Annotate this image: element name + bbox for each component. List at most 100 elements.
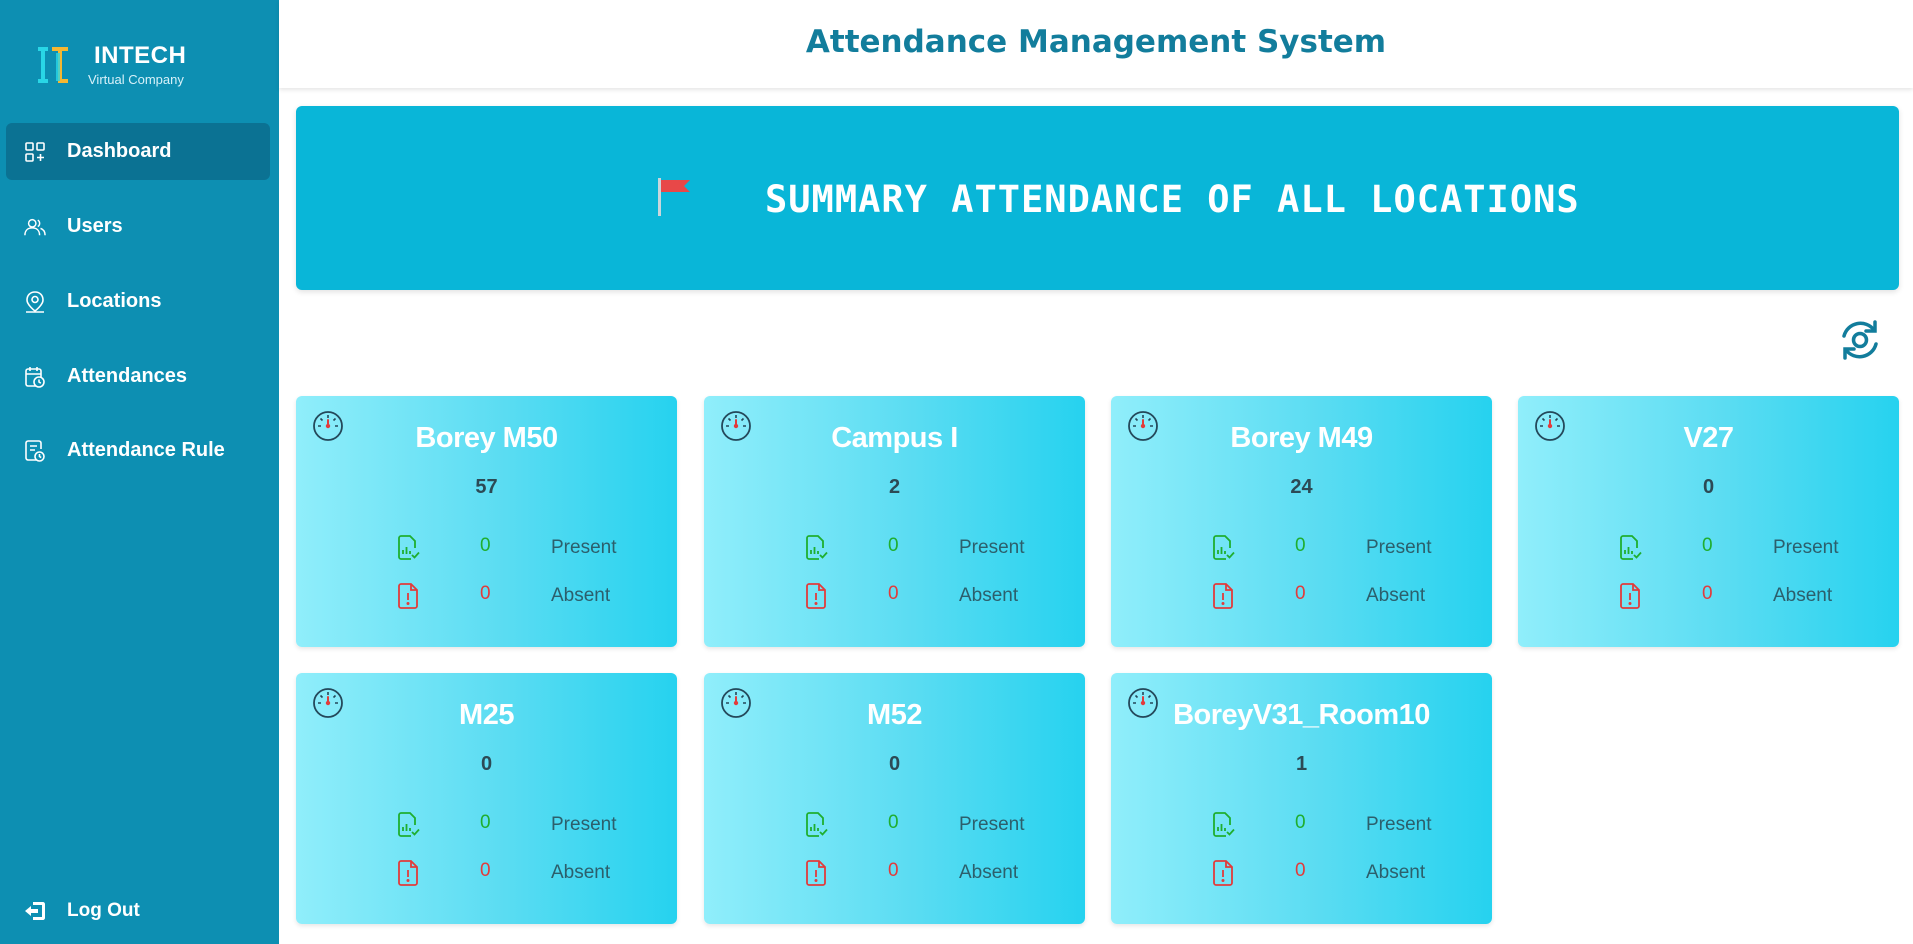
absent-label: Absent bbox=[1366, 585, 1426, 606]
location-card[interactable]: Borey M49 24 0 Present 0 Absent bbox=[1111, 396, 1492, 647]
absent-report-icon bbox=[398, 583, 420, 609]
sidebar-item-label: Dashboard bbox=[67, 140, 172, 162]
absent-count: 0 bbox=[480, 860, 491, 881]
present-label: Present bbox=[959, 814, 1025, 835]
present-count: 0 bbox=[1295, 535, 1306, 556]
page-title: Attendance Management System bbox=[805, 24, 1387, 60]
absent-count: 0 bbox=[1295, 860, 1306, 881]
sidebar-item-label: Locations bbox=[67, 290, 162, 312]
sidebar-item-label: Attendance Rule bbox=[67, 439, 225, 461]
location-name: Campus I bbox=[831, 422, 958, 454]
location-total: 0 bbox=[1702, 476, 1715, 498]
sidebar-item-users[interactable]: Users bbox=[6, 198, 270, 255]
sidebar-item-dashboard[interactable]: Dashboard bbox=[6, 123, 270, 180]
absent-row: 0 Absent bbox=[1518, 581, 1899, 611]
intech-logo-icon bbox=[34, 43, 74, 87]
present-row: 0 Present bbox=[1111, 533, 1492, 563]
location-total: 2 bbox=[888, 476, 901, 498]
sidebar-item-locations[interactable]: Locations bbox=[6, 273, 270, 330]
location-name: Borey M50 bbox=[415, 422, 558, 454]
absent-row: 0 Absent bbox=[1111, 581, 1492, 611]
logout-label: Log Out bbox=[67, 900, 140, 921]
location-total: 57 bbox=[475, 476, 498, 498]
present-report-icon bbox=[1620, 535, 1642, 561]
present-row: 0 Present bbox=[704, 810, 1085, 840]
present-report-icon bbox=[398, 812, 420, 838]
absent-label: Absent bbox=[1366, 862, 1426, 883]
location-total: 24 bbox=[1290, 476, 1313, 498]
present-row: 0 Present bbox=[1518, 533, 1899, 563]
location-card[interactable]: Campus I 2 0 Present 0 Absent bbox=[704, 396, 1085, 647]
refresh-button[interactable] bbox=[1838, 318, 1882, 362]
location-name: V27 bbox=[1683, 422, 1734, 454]
present-report-icon bbox=[1213, 812, 1235, 838]
present-count: 0 bbox=[480, 812, 491, 833]
absent-row: 0 Absent bbox=[296, 858, 677, 888]
sidebar-item-attendances[interactable]: Attendances bbox=[6, 348, 270, 405]
present-count: 0 bbox=[1702, 535, 1713, 556]
location-name: BoreyV31_Room10 bbox=[1173, 699, 1430, 731]
absent-label: Absent bbox=[551, 585, 611, 606]
logout-icon bbox=[24, 900, 46, 922]
present-row: 0 Present bbox=[296, 533, 677, 563]
present-report-icon bbox=[398, 535, 420, 561]
dashboard-grid-icon bbox=[24, 141, 46, 163]
present-label: Present bbox=[551, 814, 617, 835]
present-count: 0 bbox=[888, 535, 899, 556]
present-label: Present bbox=[1773, 537, 1839, 558]
sidebar: INTECH Virtual Company Dashboard Users L… bbox=[0, 0, 279, 944]
present-report-icon bbox=[806, 535, 828, 561]
present-label: Present bbox=[1366, 537, 1432, 558]
present-row: 0 Present bbox=[296, 810, 677, 840]
absent-report-icon bbox=[398, 860, 420, 886]
present-row: 0 Present bbox=[704, 533, 1085, 563]
sidebar-item-attendance-rule[interactable]: Attendance Rule bbox=[6, 422, 270, 479]
rule-clock-icon bbox=[24, 439, 46, 462]
present-label: Present bbox=[959, 537, 1025, 558]
absent-label: Absent bbox=[551, 862, 611, 883]
logout-button[interactable]: Log Out bbox=[6, 886, 270, 936]
location-card[interactable]: BoreyV31_Room10 1 0 Present 0 Absent bbox=[1111, 673, 1492, 924]
brand-subtitle: Virtual Company bbox=[88, 72, 184, 87]
absent-label: Absent bbox=[959, 585, 1019, 606]
location-card[interactable]: M52 0 0 Present 0 Absent bbox=[704, 673, 1085, 924]
absent-report-icon bbox=[806, 860, 828, 886]
location-total: 1 bbox=[1295, 753, 1308, 775]
absent-label: Absent bbox=[1773, 585, 1833, 606]
sidebar-item-label: Attendances bbox=[67, 365, 188, 387]
absent-report-icon bbox=[1213, 860, 1235, 886]
location-card[interactable]: M25 0 0 Present 0 Absent bbox=[296, 673, 677, 924]
absent-row: 0 Absent bbox=[704, 858, 1085, 888]
absent-row: 0 Absent bbox=[1111, 858, 1492, 888]
present-label: Present bbox=[551, 537, 617, 558]
present-report-icon bbox=[806, 812, 828, 838]
present-label: Present bbox=[1366, 814, 1432, 835]
absent-count: 0 bbox=[888, 583, 899, 604]
refresh-icon bbox=[1842, 320, 1878, 360]
location-card[interactable]: Borey M50 57 0 Present 0 Absent bbox=[296, 396, 677, 647]
absent-label: Absent bbox=[959, 862, 1019, 883]
absent-count: 0 bbox=[480, 583, 491, 604]
absent-report-icon bbox=[1213, 583, 1235, 609]
location-total: 0 bbox=[480, 753, 493, 775]
location-name: M25 bbox=[459, 699, 514, 731]
sidebar-item-label: Users bbox=[67, 215, 123, 237]
banner-title: SUMMARY ATTENDANCE OF ALL LOCATIONS bbox=[765, 178, 1580, 221]
location-pin-icon bbox=[24, 290, 46, 313]
calendar-clock-icon bbox=[24, 366, 46, 388]
absent-report-icon bbox=[806, 583, 828, 609]
absent-count: 0 bbox=[1702, 583, 1713, 604]
present-row: 0 Present bbox=[1111, 810, 1492, 840]
brand-name: INTECH bbox=[94, 42, 187, 69]
absent-row: 0 Absent bbox=[296, 581, 677, 611]
absent-count: 0 bbox=[888, 860, 899, 881]
present-count: 0 bbox=[1295, 812, 1306, 833]
location-name: M52 bbox=[867, 699, 922, 731]
absent-row: 0 Absent bbox=[704, 581, 1085, 611]
absent-report-icon bbox=[1620, 583, 1642, 609]
red-flag-icon bbox=[658, 178, 698, 218]
summary-banner: SUMMARY ATTENDANCE OF ALL LOCATIONS bbox=[296, 106, 1899, 290]
location-card[interactable]: V27 0 0 Present 0 Absent bbox=[1518, 396, 1899, 647]
present-count: 0 bbox=[480, 535, 491, 556]
brand[interactable]: INTECH Virtual Company bbox=[34, 42, 186, 87]
